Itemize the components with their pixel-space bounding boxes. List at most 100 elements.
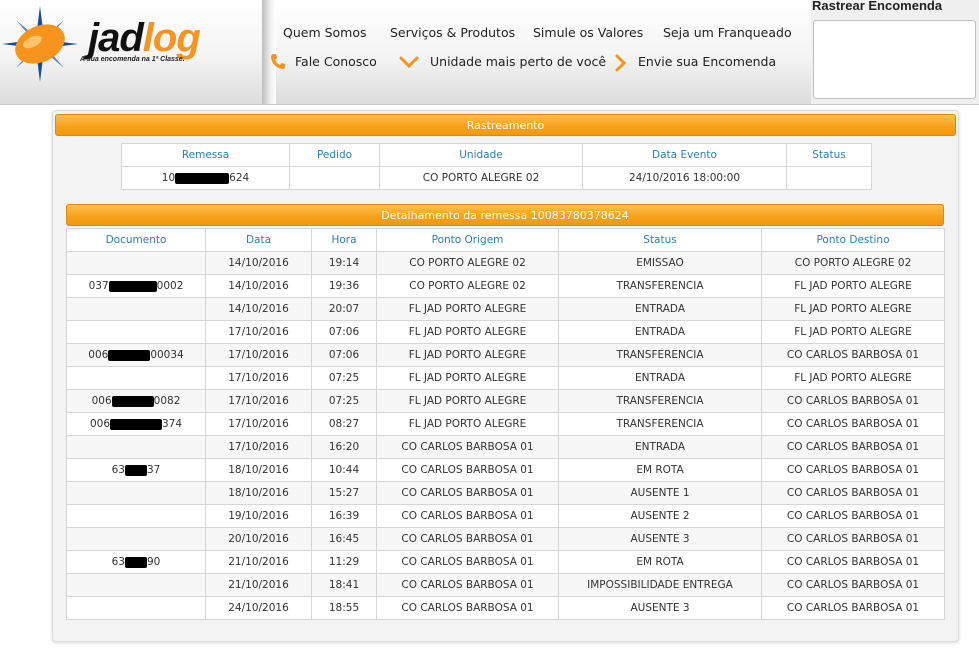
cell-data: 17/10/2016 [205, 343, 312, 367]
rastreamento-title: Rastreamento [466, 119, 545, 132]
cell-ponto-destino: CO CARLOS BARBOSA 01 [761, 504, 945, 528]
col-status: Status [558, 228, 762, 252]
cell-data-evento: 24/10/2016 18:00:00 [582, 166, 787, 190]
nav-fale-conosco[interactable]: Fale Conosco [295, 54, 377, 69]
cell-ponto-origem: CO CARLOS BARBOSA 01 [376, 596, 559, 620]
cell-documento [66, 320, 206, 344]
nav-seja-franqueado[interactable]: Seja um Franqueado [663, 25, 792, 40]
col-ponto-origem: Ponto Origem [376, 228, 559, 252]
table-row: 19/10/2016 16:39 CO CARLOS BARBOSA 01 AUSEN… [66, 504, 945, 528]
detalhamento-table: Documento Data Hora Ponto Origem Status … [66, 228, 945, 620]
chevron-down-icon [399, 56, 419, 69]
redaction-bar [108, 349, 151, 361]
documento-prefix: 63 [111, 464, 125, 476]
documento-suffix: 0002 [156, 280, 184, 292]
cell-data: 21/10/2016 [205, 573, 312, 597]
cell-ponto-destino: FL JAD PORTO ALEGRE [761, 366, 945, 390]
col-pedido: Pedido [289, 143, 380, 167]
cell-data: 18/10/2016 [205, 481, 312, 505]
cell-ponto-destino: CO CARLOS BARBOSA 01 [761, 412, 945, 436]
nav-simule-valores[interactable]: Simule os Valores [533, 25, 643, 40]
cell-documento: 037 0002 [66, 274, 206, 298]
cell-ponto-destino: CO CARLOS BARBOSA 01 [761, 550, 945, 574]
cell-hora: 18:55 [311, 596, 377, 620]
nav-quem-somos[interactable]: Quem Somos [283, 25, 367, 40]
cell-hora: 19:14 [311, 251, 377, 275]
table-row: 18/10/2016 15:27 CO CARLOS BARBOSA 01 AUSEN… [66, 481, 945, 505]
cell-documento [66, 435, 206, 459]
remessa-suffix: 624 [229, 172, 250, 184]
cell-ponto-destino: FL JAD PORTO ALEGRE [761, 320, 945, 344]
cell-hora: 18:41 [311, 573, 377, 597]
table-row: 63 37 18/10/2016 10:44 CO CARLOS BARBOSA 01 E… [66, 458, 945, 482]
cell-status: ENTRADA [558, 297, 762, 321]
cell-status: TRANSFERENCIA [558, 412, 762, 436]
nav-servicos-produtos[interactable]: Serviços & Produtos [390, 25, 515, 40]
cell-ponto-destino: CO CARLOS BARBOSA 01 [761, 458, 945, 482]
cell-data: 20/10/2016 [205, 527, 312, 551]
rastreamento-table: Remessa Pedido Unidade Data Evento Statu… [121, 143, 872, 190]
cell-ponto-origem: CO CARLOS BARBOSA 01 [376, 573, 559, 597]
cell-data: 18/10/2016 [205, 458, 312, 482]
cell-unidade: CO PORTO ALEGRE 02 [379, 166, 583, 190]
cell-ponto-origem: CO PORTO ALEGRE 02 [376, 274, 559, 298]
cell-data: 14/10/2016 [205, 251, 312, 275]
detalhamento-title: Detalhamento da remessa 10083780378624 [381, 209, 629, 222]
cell-documento: 63 37 [66, 458, 206, 482]
nav-envie-encomenda[interactable]: Envie sua Encomenda [638, 54, 776, 69]
cell-documento [66, 504, 206, 528]
cell-data: 17/10/2016 [205, 435, 312, 459]
cell-ponto-origem: CO CARLOS BARBOSA 01 [376, 458, 559, 482]
cell-hora: 10:44 [311, 458, 377, 482]
cell-status: ENTRADA [558, 320, 762, 344]
cell-documento: 006 0082 [66, 389, 206, 413]
cell-data: 17/10/2016 [205, 366, 312, 390]
cell-ponto-destino: CO CARLOS BARBOSA 01 [761, 481, 945, 505]
cell-hora: 19:36 [311, 274, 377, 298]
documento-suffix: 00034 [150, 349, 184, 361]
cell-documento [66, 481, 206, 505]
cell-status: EM ROTA [558, 458, 762, 482]
documento-suffix: 374 [162, 418, 183, 430]
col-status: Status [786, 143, 872, 167]
cell-ponto-origem: FL JAD PORTO ALEGRE [376, 320, 559, 344]
nav-unidade-perto[interactable]: Unidade mais perto de você [430, 54, 606, 69]
table-row: 037 0002 14/10/2016 19:36 CO PORTO ALEGRE 02… [66, 274, 945, 298]
detalhamento-body: 14/10/2016 19:14 CO PORTO ALEGRE 02 EMISSAO… [66, 251, 945, 620]
logo-wordmark: jadlog [88, 16, 201, 60]
cell-data: 21/10/2016 [205, 550, 312, 574]
documento-prefix: 006 [88, 349, 109, 361]
header-divider [262, 0, 276, 104]
cell-ponto-destino: CO CARLOS BARBOSA 01 [761, 435, 945, 459]
documento-suffix: 37 [147, 464, 161, 476]
redaction-bar [125, 464, 147, 476]
detalhamento-title-bar: Detalhamento da remessa 10083780378624 [66, 204, 944, 226]
cell-ponto-origem: CO CARLOS BARBOSA 01 [376, 504, 559, 528]
cell-ponto-origem: CO CARLOS BARBOSA 01 [376, 527, 559, 551]
table-row: 006 00034 17/10/2016 07:06 FL JAD PORTO ALEG… [66, 343, 945, 367]
cell-documento [66, 527, 206, 551]
table-row: 17/10/2016 07:06 FL JAD PORTO ALEGRE ENTRAD… [66, 320, 945, 344]
table-row: 63 90 21/10/2016 11:29 CO CARLOS BARBOSA 01 E… [66, 550, 945, 574]
cell-status: EMISSAO [558, 251, 762, 275]
cell-status: TRANSFERENCIA [558, 343, 762, 367]
documento-suffix: 0082 [153, 395, 181, 407]
cell-status: EM ROTA [558, 550, 762, 574]
col-data-evento: Data Evento [582, 143, 787, 167]
table-row: 17/10/2016 07:25 FL JAD PORTO ALEGRE ENTRAD… [66, 366, 945, 390]
table-row: 10 624 CO PORTO ALEGRE 02 24/10/2016 18:0… [121, 166, 872, 190]
track-input[interactable] [813, 20, 976, 99]
table-row: 24/10/2016 18:55 CO CARLOS BARBOSA 01 AUSEN… [66, 596, 945, 620]
cell-hora: 16:39 [311, 504, 377, 528]
cell-ponto-destino: FL JAD PORTO ALEGRE [761, 274, 945, 298]
cell-ponto-destino: CO CARLOS BARBOSA 01 [761, 527, 945, 551]
redaction-bar [110, 418, 162, 430]
cell-documento [66, 366, 206, 390]
jadlog-logo[interactable]: jadlog [0, 4, 262, 100]
table-row: 14/10/2016 20:07 FL JAD PORTO ALEGRE ENTRAD… [66, 297, 945, 321]
documento-prefix: 63 [111, 556, 125, 568]
table-row: 17/10/2016 16:20 CO CARLOS BARBOSA 01 ENTRA… [66, 435, 945, 459]
cell-data: 14/10/2016 [205, 297, 312, 321]
cell-data: 17/10/2016 [205, 412, 312, 436]
cell-ponto-destino: FL JAD PORTO ALEGRE [761, 297, 945, 321]
